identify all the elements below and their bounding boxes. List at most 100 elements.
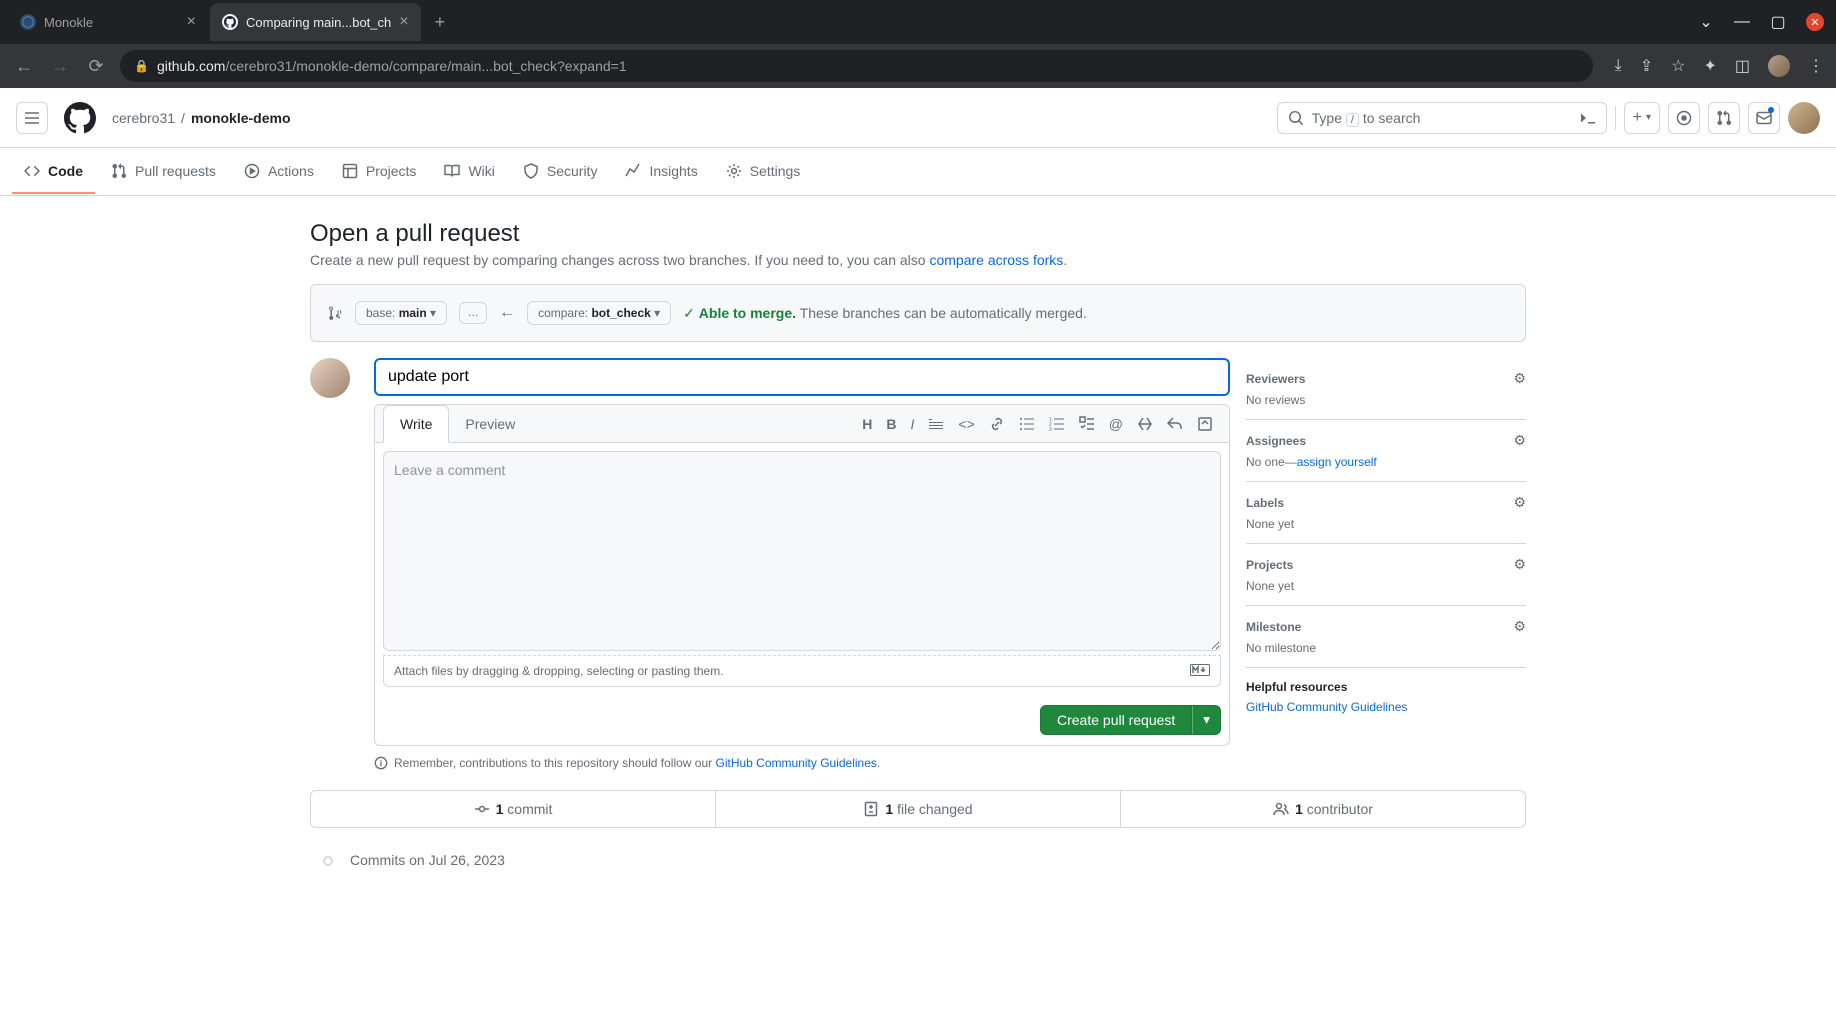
tab-code[interactable]: Code bbox=[12, 150, 95, 194]
tab-title: Monokle bbox=[44, 15, 179, 30]
url-input[interactable]: 🔒 github.com/cerebro31/monokle-demo/comp… bbox=[120, 50, 1593, 82]
stat-commits[interactable]: 1 commit bbox=[311, 791, 716, 827]
compare-branch-button[interactable]: compare: bot_check ▾ bbox=[527, 301, 671, 325]
github-header: cerebro31 / monokle-demo Type / to searc… bbox=[0, 88, 1836, 148]
tab-close-button[interactable]: × bbox=[399, 13, 408, 31]
tab-actions[interactable]: Actions bbox=[232, 150, 326, 194]
tab-settings[interactable]: Settings bbox=[714, 150, 813, 194]
compare-box: base: main ▾ … ← compare: bot_check ▾ ✓ … bbox=[310, 284, 1526, 342]
timeline: Commits on Jul 26, 2023 bbox=[310, 852, 1526, 868]
window-minimize-button[interactable]: — bbox=[1734, 14, 1750, 30]
fullscreen-icon[interactable] bbox=[1197, 416, 1213, 432]
heading-icon[interactable]: H bbox=[862, 416, 872, 432]
author-avatar[interactable] bbox=[310, 358, 350, 398]
install-icon[interactable]: ⤓ bbox=[1615, 57, 1622, 75]
forward-button[interactable]: → bbox=[48, 56, 72, 77]
sidepanel-icon[interactable]: ◫ bbox=[1735, 56, 1750, 76]
table-icon bbox=[342, 163, 358, 179]
user-avatar[interactable] bbox=[1788, 102, 1820, 134]
github-logo[interactable] bbox=[64, 102, 96, 134]
issues-icon[interactable] bbox=[1668, 102, 1700, 134]
search-input[interactable]: Type / to search bbox=[1277, 102, 1607, 134]
compare-forks-link[interactable]: compare across forks bbox=[929, 252, 1063, 268]
link-icon[interactable] bbox=[989, 416, 1005, 432]
tasklist-icon[interactable] bbox=[1079, 416, 1095, 432]
extensions-icon[interactable]: ✦ bbox=[1703, 56, 1716, 76]
breadcrumb-owner[interactable]: cerebro31 bbox=[112, 110, 175, 126]
breadcrumb: cerebro31 / monokle-demo bbox=[112, 110, 291, 126]
browser-tab-github[interactable]: Comparing main...bot_ch × bbox=[210, 3, 421, 41]
browser-tab-bar: Monokle × Comparing main...bot_ch × + ⌄ … bbox=[0, 0, 1836, 44]
browser-tab-monokle[interactable]: Monokle × bbox=[8, 3, 208, 41]
tab-title: Comparing main...bot_ch bbox=[246, 15, 391, 30]
stat-contributors[interactable]: 1 contributor bbox=[1121, 791, 1525, 827]
profile-avatar[interactable] bbox=[1768, 55, 1790, 77]
mention-icon[interactable]: @ bbox=[1109, 416, 1123, 432]
code-icon bbox=[24, 163, 40, 179]
gear-icon[interactable]: ⚙ bbox=[1513, 618, 1526, 635]
reply-icon[interactable] bbox=[1167, 416, 1183, 432]
notifications-icon[interactable] bbox=[1748, 102, 1780, 134]
sidebar-assignees: Assignees ⚙ No one—assign yourself bbox=[1246, 420, 1526, 482]
menu-icon[interactable]: ⋮ bbox=[1808, 56, 1824, 76]
gear-icon[interactable]: ⚙ bbox=[1513, 494, 1526, 511]
create-pr-dropdown[interactable]: ▾ bbox=[1192, 705, 1221, 735]
stat-files[interactable]: 1 file changed bbox=[716, 791, 1121, 827]
breadcrumb-repo[interactable]: monokle-demo bbox=[191, 110, 291, 126]
guidelines-link[interactable]: GitHub Community Guidelines bbox=[716, 756, 877, 770]
ellipsis-button[interactable]: … bbox=[459, 302, 487, 324]
resources-link[interactable]: GitHub Community Guidelines bbox=[1246, 700, 1407, 714]
chevron-down-icon[interactable]: ⌄ bbox=[1698, 14, 1714, 30]
commit-icon bbox=[474, 801, 490, 817]
browser-action-icons: ⤓ ⇪ ☆ ✦ ◫ ⋮ bbox=[1605, 55, 1824, 77]
repo-nav: Code Pull requests Actions Projects Wiki… bbox=[0, 148, 1836, 196]
ol-icon[interactable]: 123 bbox=[1049, 416, 1065, 432]
new-tab-button[interactable]: + bbox=[423, 12, 458, 33]
ul-icon[interactable] bbox=[1019, 416, 1035, 432]
back-button[interactable]: ← bbox=[12, 56, 36, 77]
attach-bar[interactable]: Attach files by dragging & dropping, sel… bbox=[383, 655, 1221, 687]
actions-row: Create pull request ▾ bbox=[375, 695, 1229, 745]
timeline-dot-icon bbox=[323, 856, 333, 866]
create-new-button[interactable]: +▾ bbox=[1624, 102, 1660, 134]
reference-icon[interactable] bbox=[1137, 416, 1153, 432]
comment-textarea[interactable] bbox=[383, 451, 1221, 651]
browser-chrome: Monokle × Comparing main...bot_ch × + ⌄ … bbox=[0, 0, 1836, 88]
assign-yourself-link[interactable]: assign yourself bbox=[1297, 455, 1377, 469]
gear-icon[interactable]: ⚙ bbox=[1513, 370, 1526, 387]
page-title: Open a pull request bbox=[310, 220, 1526, 248]
pull-requests-icon[interactable] bbox=[1708, 102, 1740, 134]
pr-title-input[interactable] bbox=[374, 358, 1230, 396]
git-compare-icon bbox=[327, 305, 343, 321]
check-icon: ✓ bbox=[683, 305, 695, 321]
base-branch-button[interactable]: base: main ▾ bbox=[355, 301, 447, 325]
gear-icon[interactable]: ⚙ bbox=[1513, 432, 1526, 449]
command-palette-icon[interactable] bbox=[1580, 110, 1596, 126]
guidelines-note: Remember, contributions to this reposito… bbox=[374, 756, 1230, 770]
tab-close-button[interactable]: × bbox=[187, 13, 196, 31]
bookmark-icon[interactable]: ☆ bbox=[1671, 56, 1685, 76]
share-icon[interactable]: ⇪ bbox=[1640, 56, 1653, 76]
tab-pull-requests[interactable]: Pull requests bbox=[99, 150, 228, 194]
tab-write[interactable]: Write bbox=[383, 405, 449, 443]
gear-icon[interactable]: ⚙ bbox=[1513, 556, 1526, 573]
tab-projects[interactable]: Projects bbox=[330, 150, 429, 194]
timeline-heading: Commits on Jul 26, 2023 bbox=[310, 852, 1526, 868]
create-pr-button[interactable]: Create pull request bbox=[1040, 705, 1192, 735]
italic-icon[interactable]: I bbox=[911, 416, 915, 432]
quote-icon[interactable] bbox=[928, 416, 944, 432]
markdown-icon[interactable] bbox=[1190, 664, 1210, 678]
reload-button[interactable]: ⟳ bbox=[84, 56, 108, 77]
bold-icon[interactable]: B bbox=[886, 416, 896, 432]
tab-preview[interactable]: Preview bbox=[449, 406, 531, 442]
code-icon[interactable]: <> bbox=[958, 416, 974, 432]
tab-security[interactable]: Security bbox=[511, 150, 610, 194]
sidebar-resources: Helpful resources GitHub Community Guide… bbox=[1246, 680, 1526, 714]
window-close-button[interactable]: ✕ bbox=[1806, 13, 1824, 31]
tab-insights[interactable]: Insights bbox=[613, 150, 709, 194]
comment-tabs: Write Preview H B I <> 123 @ bbox=[375, 405, 1229, 443]
window-maximize-button[interactable]: ▢ bbox=[1770, 14, 1786, 30]
hamburger-button[interactable] bbox=[16, 102, 48, 134]
stats-bar: 1 commit 1 file changed 1 contributor bbox=[310, 790, 1526, 828]
tab-wiki[interactable]: Wiki bbox=[432, 150, 506, 194]
